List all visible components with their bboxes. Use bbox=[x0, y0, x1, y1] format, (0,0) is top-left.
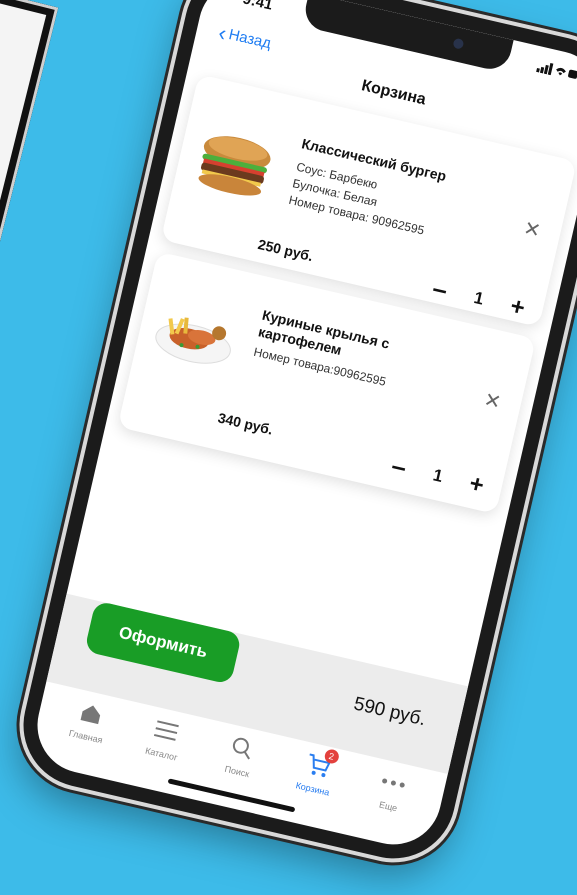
increase-button[interactable]: + bbox=[467, 469, 487, 499]
item-price: 250 руб. bbox=[256, 236, 315, 265]
tab-cart[interactable]: 2 Корзина bbox=[275, 738, 351, 829]
chicken-wings-image bbox=[155, 317, 231, 364]
quantity-value: 1 bbox=[472, 287, 486, 309]
item-price: 340 руб. bbox=[216, 409, 275, 438]
home-icon bbox=[77, 696, 105, 730]
tab-catalog[interactable]: Каталог bbox=[124, 703, 200, 794]
quantity-value: 1 bbox=[431, 464, 445, 486]
status-time: 9:41 bbox=[241, 0, 275, 14]
cart-icon: 2 bbox=[303, 747, 340, 783]
phone-frame: 9:41 ‹ Назад Корзина Классический бургер… bbox=[11, 0, 577, 871]
search-icon bbox=[228, 731, 256, 765]
tab-label: Корзина bbox=[294, 780, 331, 798]
burger-image bbox=[198, 136, 271, 196]
tab-label: Главная bbox=[67, 727, 104, 746]
chevron-left-icon: ‹ bbox=[216, 19, 229, 46]
remove-item-button[interactable]: ✕ bbox=[482, 387, 504, 415]
notch bbox=[301, 0, 514, 74]
quantity-stepper: – 1 + bbox=[429, 273, 528, 324]
decrease-button[interactable]: – bbox=[429, 273, 451, 306]
increase-button[interactable]: + bbox=[508, 292, 528, 322]
tab-label: Поиск bbox=[223, 763, 251, 780]
tab-more[interactable]: Еще bbox=[351, 756, 427, 847]
more-icon bbox=[379, 766, 409, 801]
tab-label: Еще bbox=[378, 799, 399, 814]
menu-icon bbox=[153, 714, 181, 748]
app-screen: 9:41 ‹ Назад Корзина Классический бургер… bbox=[27, 0, 577, 854]
status-icons bbox=[535, 60, 577, 84]
decrease-button[interactable]: – bbox=[388, 450, 410, 483]
quantity-stepper: – 1 + bbox=[388, 450, 487, 501]
background-phone bbox=[0, 0, 59, 357]
tab-label: Каталог bbox=[144, 745, 179, 763]
remove-item-button[interactable]: ✕ bbox=[521, 215, 543, 243]
tab-home[interactable]: Главная bbox=[49, 686, 125, 777]
